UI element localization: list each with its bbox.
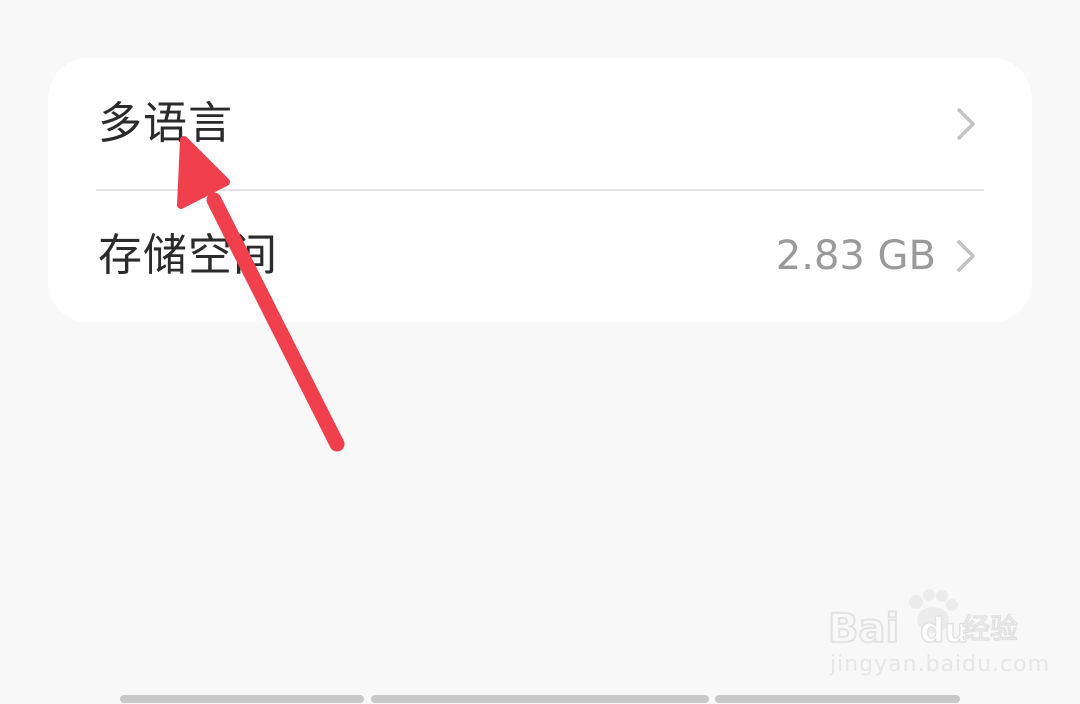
- settings-item-language[interactable]: 多语言: [48, 58, 1032, 190]
- chevron-right-icon: [957, 240, 975, 272]
- settings-item-label: 存储空间: [98, 230, 278, 281]
- settings-card: 多语言 存储空间 2.83 GB: [48, 58, 1032, 322]
- svg-text:经验: 经验: [962, 612, 1018, 645]
- gesture-bar-right: [715, 695, 960, 703]
- chevron-right-icon: [957, 108, 975, 140]
- baidu-jingyan-watermark: Bai du 经验 jingyan.baidu.com: [826, 586, 1049, 682]
- watermark-url: jingyan.baidu.com: [830, 652, 1051, 677]
- gesture-bar-left: [120, 695, 364, 703]
- svg-text:Bai: Bai: [828, 606, 899, 652]
- settings-item-storage[interactable]: 存储空间 2.83 GB: [48, 190, 1032, 322]
- gesture-bar-center[interactable]: [371, 695, 709, 703]
- storage-value: 2.83 GB: [775, 233, 936, 279]
- baidu-logo: Bai du 经验: [827, 589, 1019, 653]
- settings-item-label: 多语言: [98, 98, 233, 149]
